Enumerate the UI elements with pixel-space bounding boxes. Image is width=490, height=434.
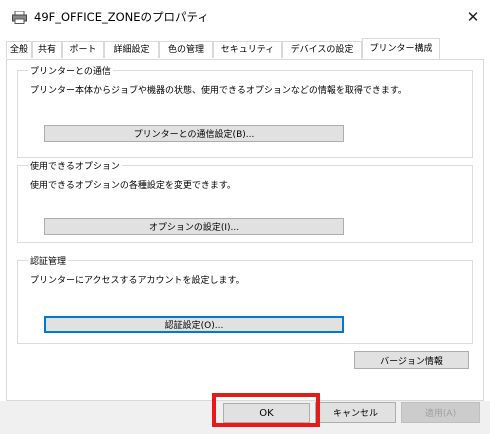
tab-ports[interactable]: ポート xyxy=(62,41,104,58)
tab-color-management[interactable]: 色の管理 xyxy=(159,41,213,58)
tab-general[interactable]: 全般 xyxy=(6,41,32,58)
group-legend-options: 使用できるオプション xyxy=(28,159,122,172)
tab-advanced[interactable]: 詳細設定 xyxy=(104,41,159,58)
tab-device-settings[interactable]: デバイスの設定 xyxy=(282,41,362,58)
window-title: 49F_OFFICE_ZONEのプロパティ xyxy=(34,10,209,24)
ok-highlight-box xyxy=(212,393,320,427)
group-available-options: 使用できるオプション 使用できるオプションの各種設定を変更できます。 オプション… xyxy=(17,159,473,243)
communication-settings-button[interactable]: プリンターとの通信設定(B)... xyxy=(44,125,344,142)
group-printer-communication: プリンターとの通信 プリンター本体からジョブや機器の状態、使用できるオプションな… xyxy=(17,64,473,158)
auth-settings-button[interactable]: 認証設定(O)... xyxy=(44,316,344,333)
tab-panel: プリンターとの通信 プリンター本体からジョブや機器の状態、使用できるオプションな… xyxy=(6,59,484,401)
auth-description: プリンターにアクセスするアカウントを設定します。 xyxy=(30,276,245,286)
communication-description: プリンター本体からジョブや機器の状態、使用できるオプションなどの情報を取得できま… xyxy=(30,86,407,96)
tab-sharing[interactable]: 共有 xyxy=(32,41,62,58)
tab-strip: 全般 共有 ポート 詳細設定 色の管理 セキュリティ デバイスの設定 プリンター… xyxy=(6,38,484,60)
options-settings-button[interactable]: オプションの設定(I)... xyxy=(44,218,344,235)
cancel-button[interactable]: キャンセル xyxy=(315,402,396,423)
printer-icon xyxy=(12,11,27,24)
close-icon: ✕ xyxy=(466,8,480,26)
tab-printer-configuration[interactable]: プリンター構成 xyxy=(362,38,440,59)
group-authentication: 認証管理 プリンターにアクセスするアカウントを設定します。 認証設定(O)... xyxy=(17,254,473,344)
close-button[interactable]: ✕ xyxy=(456,0,490,34)
title-bar: 49F_OFFICE_ZONEのプロパティ ✕ xyxy=(0,0,490,34)
version-info-button[interactable]: バージョン情報 xyxy=(354,351,469,369)
group-legend-communication: プリンターとの通信 xyxy=(28,64,113,77)
apply-button[interactable]: 適用(A) xyxy=(401,402,480,423)
group-legend-auth: 認証管理 xyxy=(28,254,69,267)
options-description: 使用できるオプションの各種設定を変更できます。 xyxy=(30,181,236,191)
tab-security[interactable]: セキュリティ xyxy=(213,41,282,58)
